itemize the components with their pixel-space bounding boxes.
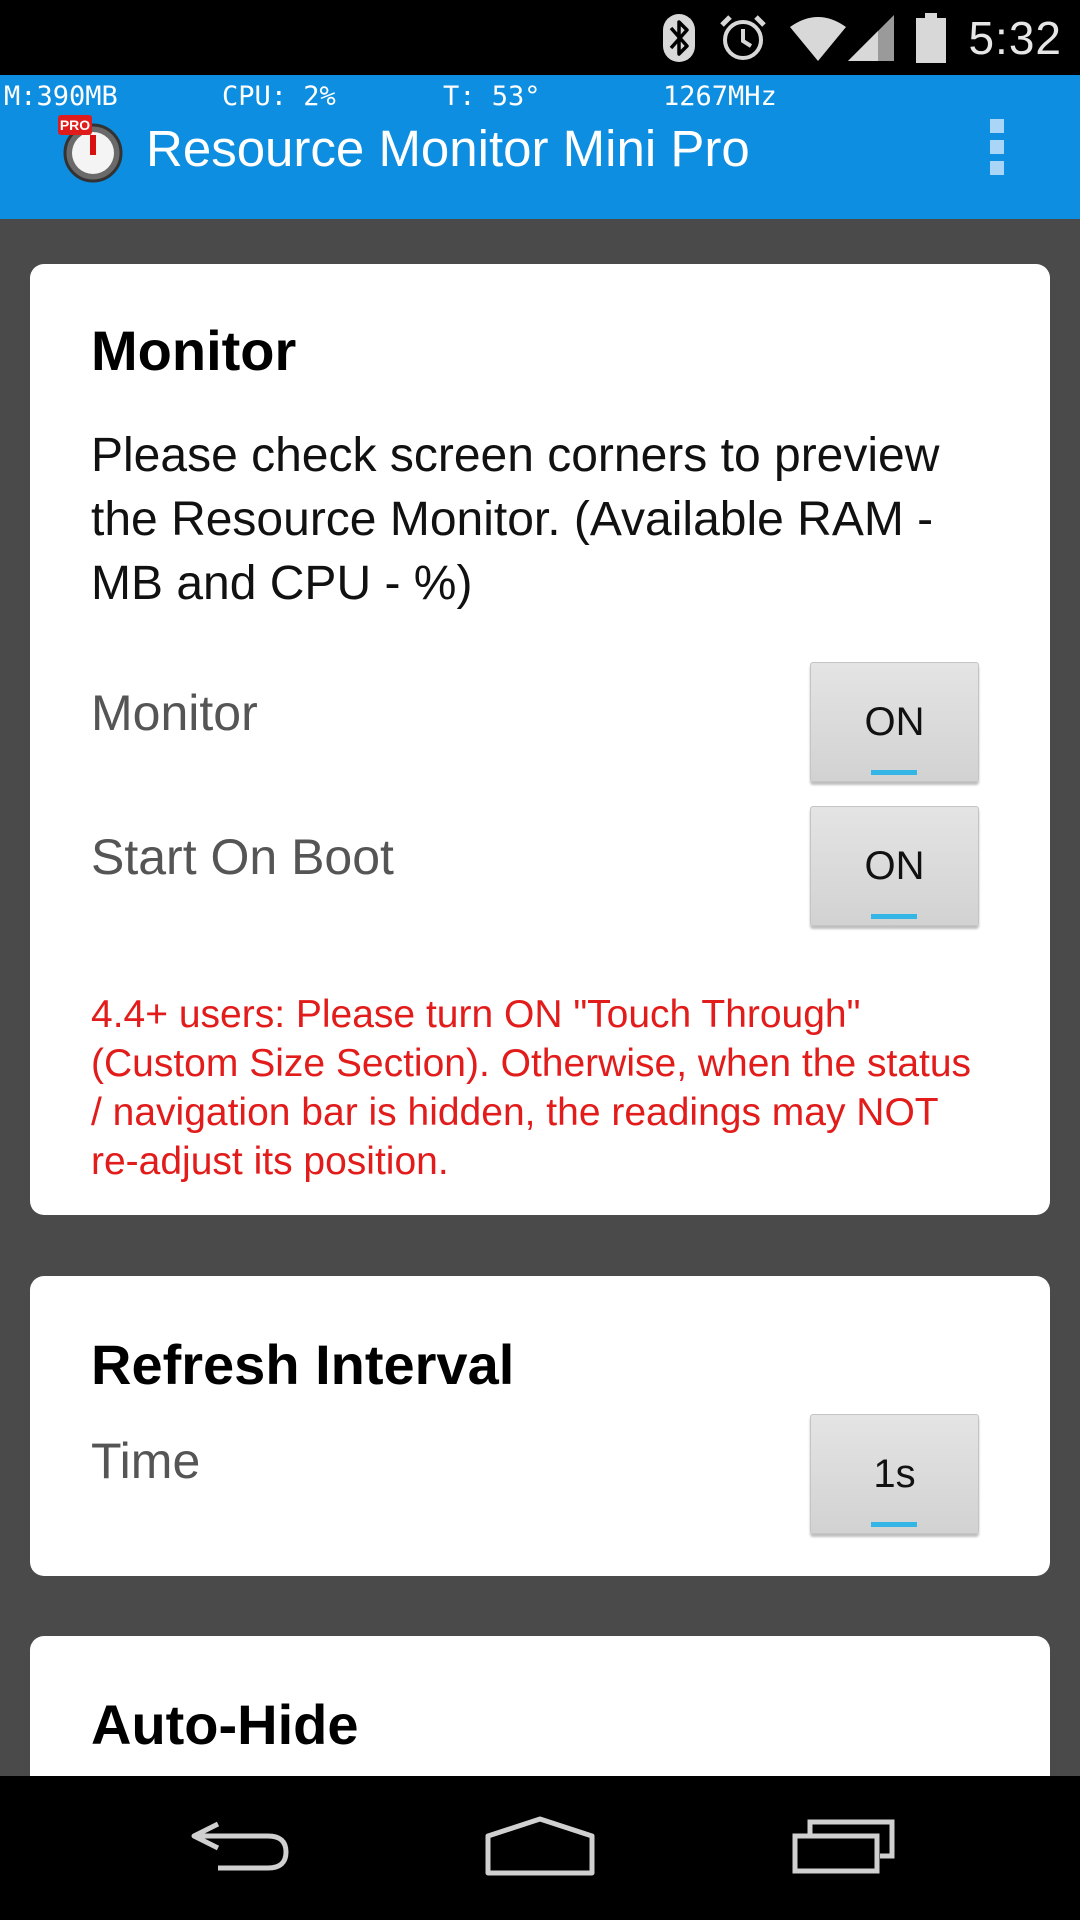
- recents-button[interactable]: [764, 1776, 924, 1920]
- time-row-label: Time: [91, 1433, 201, 1489]
- app-title: Resource Monitor Mini Pro: [146, 120, 750, 177]
- alarm-icon: [718, 13, 768, 63]
- resource-overlay: M:390MB CPU: 2% T: 53° 1267MHz: [0, 75, 1080, 115]
- monitor-card: Monitor Please check screen corners to p…: [30, 264, 1050, 1215]
- wifi-icon: [790, 15, 847, 61]
- home-icon: [484, 1816, 596, 1881]
- monitor-toggle-button[interactable]: ON: [810, 662, 979, 782]
- start-on-boot-toggle-button[interactable]: ON: [810, 806, 979, 926]
- time-interval-button[interactable]: 1s: [810, 1414, 979, 1534]
- status-bar: 5:32: [0, 0, 1080, 75]
- toggle-indicator: [871, 770, 917, 775]
- navigation-bar: [0, 1776, 1080, 1920]
- battery-icon: [916, 12, 947, 63]
- start-on-boot-toggle-value: ON: [864, 843, 925, 888]
- auto-hide-title: Auto-Hide: [91, 1693, 359, 1756]
- overlay-temp: T: 53°: [443, 81, 541, 112]
- overflow-dot: [990, 140, 1004, 154]
- back-button[interactable]: [160, 1776, 320, 1920]
- cell-signal-icon: [848, 14, 895, 61]
- app-bar: M:390MB CPU: 2% T: 53° 1267MHz PRO Resou…: [0, 75, 1080, 219]
- clock: 5:32: [968, 11, 1062, 64]
- app-logo-icon: PRO: [58, 113, 128, 183]
- refresh-interval-title: Refresh Interval: [91, 1333, 515, 1396]
- overflow-menu-button[interactable]: [972, 111, 1022, 183]
- toggle-indicator: [871, 914, 917, 919]
- overlay-freq: 1267MHz: [663, 81, 777, 112]
- monitor-description: Please check screen corners to preview t…: [91, 429, 940, 610]
- home-button[interactable]: [460, 1776, 620, 1920]
- pro-badge: PRO: [60, 117, 90, 133]
- monitor-card-title: Monitor: [91, 319, 297, 382]
- overlay-cpu: CPU: 2%: [222, 81, 336, 112]
- monitor-row-label: Monitor: [91, 685, 258, 741]
- monitor-toggle-value: ON: [864, 699, 925, 744]
- bluetooth-icon: [662, 13, 696, 63]
- overflow-dot: [990, 119, 1004, 133]
- back-icon: [188, 1818, 292, 1879]
- toggle-indicator: [871, 1522, 917, 1527]
- overlay-ram: M:390MB: [4, 81, 118, 112]
- touch-through-warning: 4.4+ users: Please turn ON "Touch Throug…: [91, 993, 972, 1183]
- refresh-interval-card: Refresh Interval Time 1s: [30, 1276, 1050, 1576]
- time-interval-value: 1s: [873, 1451, 916, 1496]
- recents-icon: [792, 1818, 896, 1879]
- overflow-dot: [990, 161, 1004, 175]
- start-on-boot-label: Start On Boot: [91, 829, 394, 885]
